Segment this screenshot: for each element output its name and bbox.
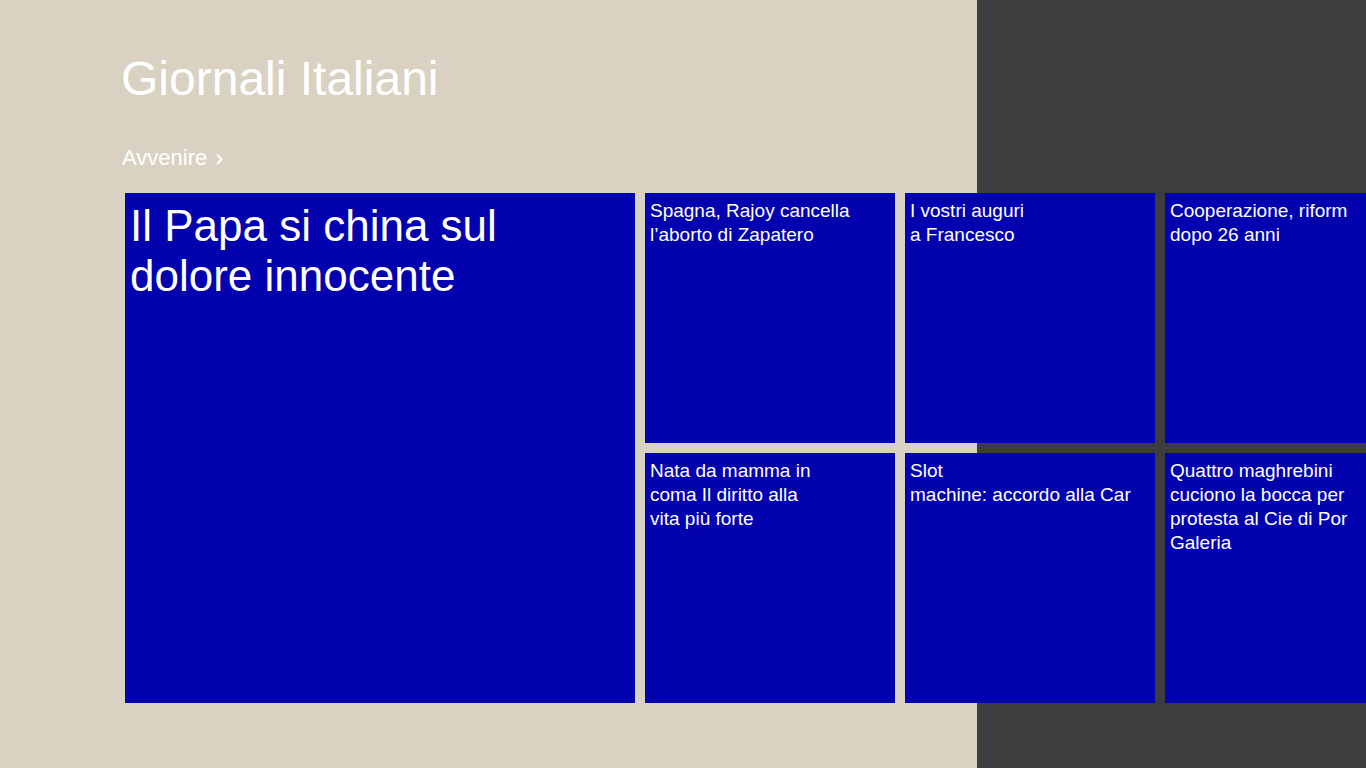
- tile-headline: Nata da mamma in coma Il diritto alla vi…: [650, 459, 890, 531]
- hub-content: Giornali Italiani Avvenire › Il Papa si chi…: [0, 0, 1366, 703]
- tile-headline: Slot machine: accordo alla Car: [910, 459, 1150, 507]
- section-label: Avvenire: [122, 144, 207, 172]
- featured-headline: Il Papa si china sul dolore innocente: [130, 201, 630, 301]
- news-tile[interactable]: Spagna, Rajoy cancella l’aborto di Zapat…: [645, 193, 895, 443]
- news-tile[interactable]: Nata da mamma in coma Il diritto alla vi…: [645, 453, 895, 703]
- tile-headline: Quattro maghrebini cuciono la bocca per …: [1170, 459, 1366, 555]
- news-tile[interactable]: Slot machine: accordo alla Car: [905, 453, 1155, 703]
- news-tile[interactable]: Cooperazione, riform dopo 26 anni: [1165, 193, 1366, 443]
- news-tile[interactable]: I vostri auguri a Francesco: [905, 193, 1155, 443]
- tile-headline: I vostri auguri a Francesco: [910, 199, 1150, 247]
- app-title: Giornali Italiani: [121, 50, 1366, 108]
- section-link[interactable]: Avvenire ›: [121, 144, 1366, 172]
- tile-headline: Spagna, Rajoy cancella l’aborto di Zapat…: [650, 199, 890, 247]
- news-tile[interactable]: Quattro maghrebini cuciono la bocca per …: [1165, 453, 1366, 703]
- app-screen: Giornali Italiani Avvenire › Il Papa si chi…: [0, 0, 1366, 768]
- featured-tile[interactable]: Il Papa si china sul dolore innocente: [125, 193, 635, 703]
- tile-headline: Cooperazione, riform dopo 26 anni: [1170, 199, 1366, 247]
- chevron-icon: ›: [215, 144, 223, 172]
- tile-grid: Il Papa si china sul dolore innocente Spa…: [125, 193, 1366, 703]
